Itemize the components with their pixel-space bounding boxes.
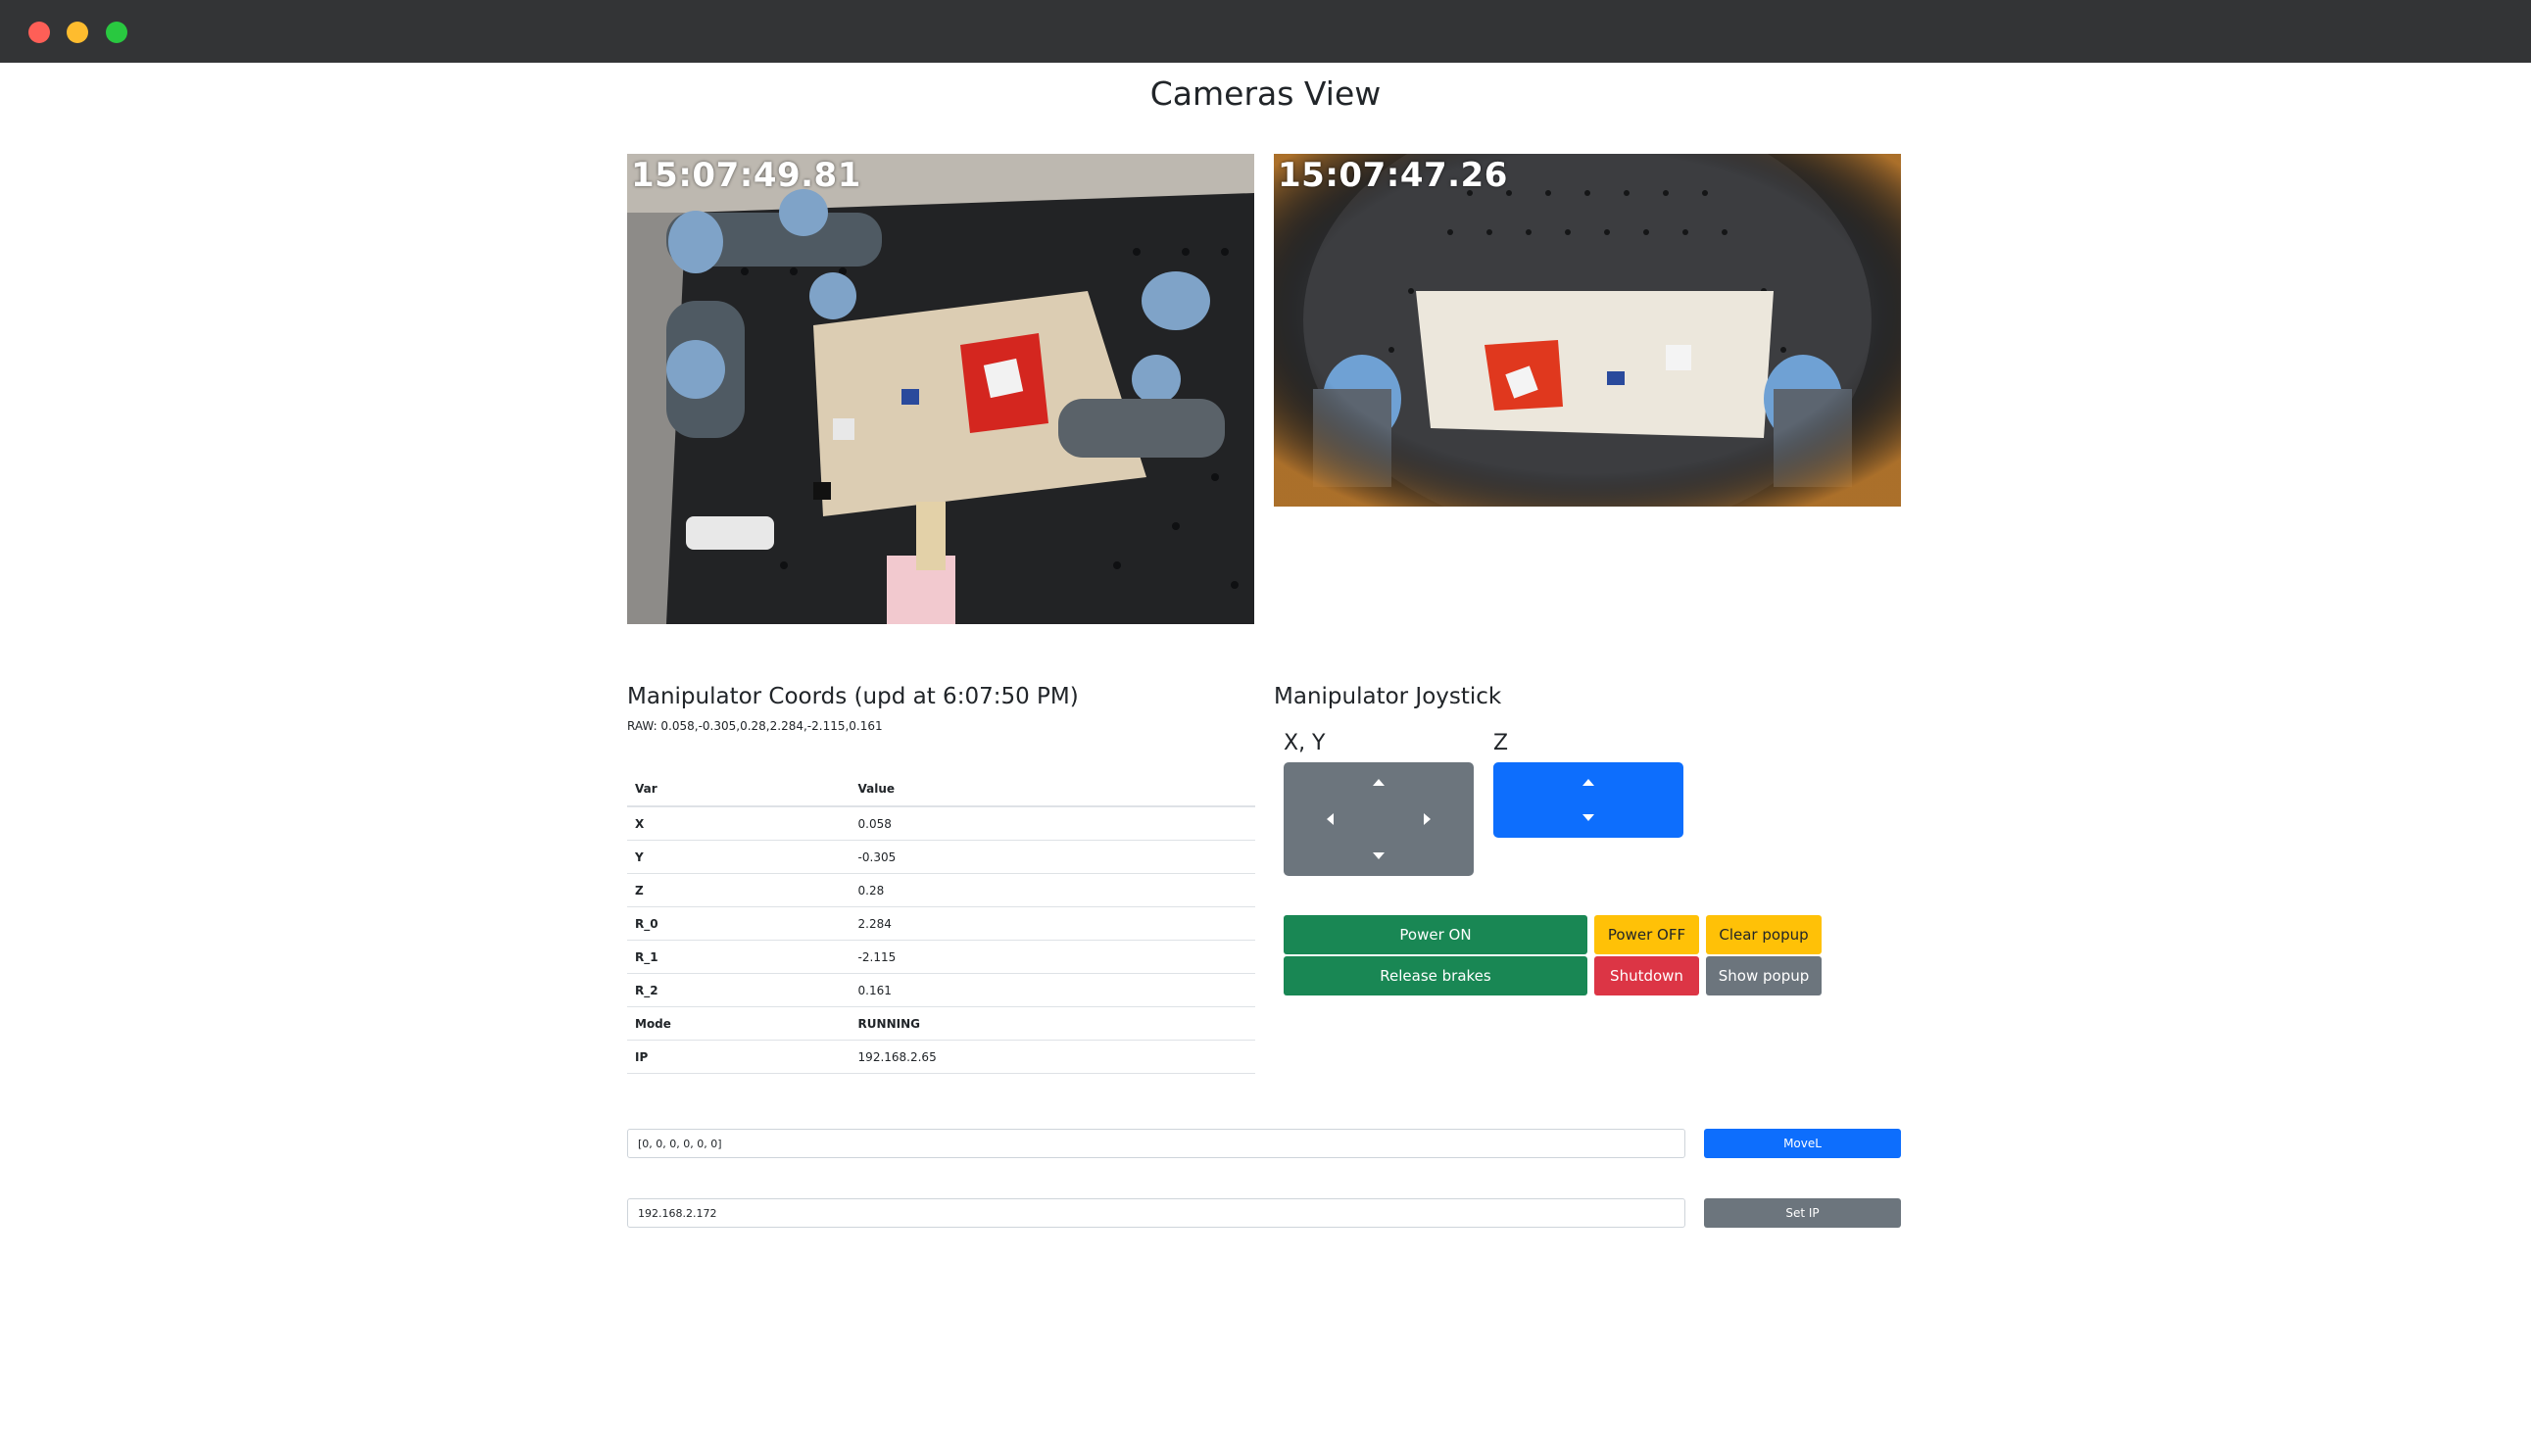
coords-table-header: Var Value: [627, 772, 1255, 807]
joystick-heading: Manipulator Joystick: [1274, 684, 1502, 709]
show-popup-button[interactable]: Show popup: [1706, 956, 1822, 995]
coords-heading: Manipulator Coords (upd at 6:07:50 PM): [627, 684, 1079, 709]
maximize-window-button[interactable]: [106, 22, 127, 43]
z-pad-label: Z: [1493, 731, 1509, 755]
camera-2-timestamp: 15:07:47.26: [1278, 156, 1508, 195]
window-titlebar: [0, 0, 2531, 63]
release-brakes-button[interactable]: Release brakes: [1284, 956, 1587, 995]
camera-feed-2: 15:07:47.26: [1274, 154, 1901, 507]
table-row: Mode RUNNING: [627, 1006, 1255, 1041]
ip-input[interactable]: [627, 1198, 1685, 1228]
row-value: 2.284: [850, 906, 1255, 941]
row-value: -2.115: [850, 940, 1255, 974]
set-ip-button[interactable]: Set IP: [1704, 1198, 1901, 1228]
minimize-window-button[interactable]: [67, 22, 88, 43]
power-on-button[interactable]: Power ON: [1284, 915, 1587, 954]
move-z-down-icon[interactable]: [1582, 814, 1594, 821]
row-value: 0.058: [850, 806, 1255, 841]
table-row: IP 192.168.2.65: [627, 1040, 1255, 1074]
shutdown-button[interactable]: Shutdown: [1594, 956, 1699, 995]
row-var: IP: [627, 1040, 851, 1074]
column-header-var: Var: [627, 772, 851, 807]
z-joystick-pad[interactable]: [1493, 762, 1683, 838]
clear-popup-button[interactable]: Clear popup: [1706, 915, 1822, 954]
table-row: R_2 0.161: [627, 973, 1255, 1007]
raw-coords: RAW: 0.058,-0.305,0.28,2.284,-2.115,0.16…: [627, 719, 883, 733]
row-var: Z: [627, 873, 851, 907]
coords-table: Var Value X 0.058 Y -0.305 Z 0.28 R_0 2.284 …: [627, 772, 1255, 1074]
row-value: 192.168.2.65: [850, 1040, 1255, 1074]
movel-button[interactable]: MoveL: [1704, 1129, 1901, 1158]
column-header-value: Value: [850, 772, 1255, 807]
page-title: Cameras View: [1149, 74, 1382, 113]
table-row: Y -0.305: [627, 840, 1255, 874]
camera-1-image: [627, 154, 1254, 624]
row-value: 0.28: [850, 873, 1255, 907]
close-window-button[interactable]: [28, 22, 50, 43]
xy-pad-label: X, Y: [1284, 731, 1326, 755]
row-value: RUNNING: [850, 1006, 1255, 1041]
camera-2-image: [1274, 154, 1901, 507]
move-y-down-icon[interactable]: [1373, 852, 1385, 859]
movel-input[interactable]: [627, 1129, 1685, 1158]
row-var: Y: [627, 840, 851, 874]
power-off-button[interactable]: Power OFF: [1594, 915, 1699, 954]
table-row: R_0 2.284: [627, 906, 1255, 941]
row-var: R_0: [627, 906, 851, 941]
move-y-up-icon[interactable]: [1373, 779, 1385, 786]
row-value: 0.161: [850, 973, 1255, 1007]
table-row: Z 0.28: [627, 873, 1255, 907]
row-var: R_1: [627, 940, 851, 974]
row-var: X: [627, 806, 851, 841]
row-var: Mode: [627, 1006, 851, 1041]
xy-joystick-pad[interactable]: [1284, 762, 1474, 876]
table-row: X 0.058: [627, 806, 1255, 841]
move-x-left-icon[interactable]: [1327, 813, 1334, 825]
move-z-up-icon[interactable]: [1582, 779, 1594, 786]
table-row: R_1 -2.115: [627, 940, 1255, 974]
move-x-right-icon[interactable]: [1424, 813, 1431, 825]
row-var: R_2: [627, 973, 851, 1007]
row-value: -0.305: [850, 840, 1255, 874]
camera-1-timestamp: 15:07:49.81: [631, 156, 861, 195]
camera-feed-1: 15:07:49.81: [627, 154, 1254, 624]
